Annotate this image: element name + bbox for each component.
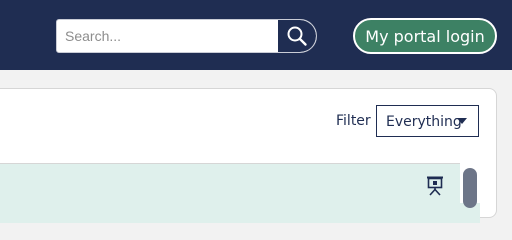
search-input[interactable] [57, 20, 278, 52]
list-item[interactable] [0, 163, 480, 223]
filter-selected-value: Everything [386, 114, 462, 130]
search-button[interactable] [278, 20, 316, 52]
caret-down-icon [457, 118, 467, 124]
search-icon [287, 26, 307, 46]
filter-label: Filter [336, 113, 371, 129]
filter-dropdown[interactable]: Everything [376, 105, 479, 137]
scrollbar-thumb[interactable] [463, 168, 477, 208]
portal-login-button[interactable]: My portal login [353, 18, 497, 54]
site-header: My portal login [0, 0, 512, 70]
search-box [56, 19, 317, 53]
presentation-icon[interactable] [426, 176, 444, 196]
